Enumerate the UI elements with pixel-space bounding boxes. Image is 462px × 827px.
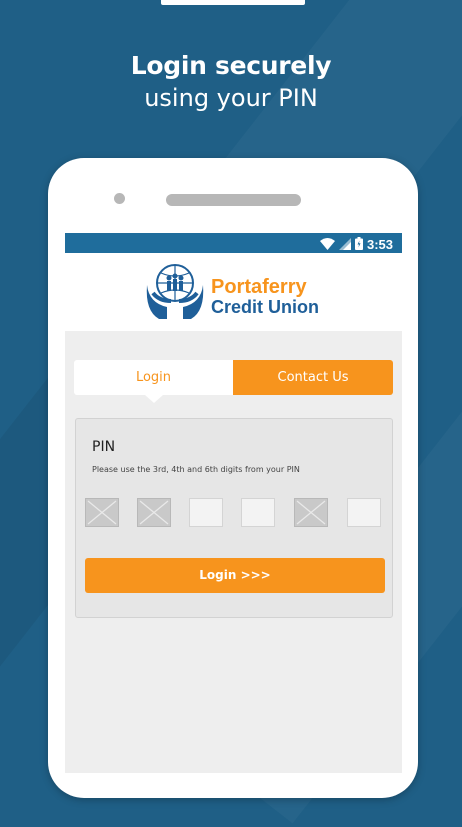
battery-icon — [354, 235, 363, 254]
top-edge-tab — [161, 0, 305, 5]
pin-digit-2-disabled — [137, 498, 171, 527]
wifi-icon — [319, 235, 335, 254]
signal-icon — [338, 235, 351, 254]
tab-bar: Login Contact Us — [74, 360, 393, 403]
app-screen: 3:53 Portaferry Credit Union Login Conta… — [65, 233, 402, 773]
pin-title: PIN — [92, 439, 116, 455]
brand-name-line2: Credit Union — [211, 297, 319, 317]
pin-digit-5-disabled — [294, 498, 328, 527]
promo-headline: Login securely using your PIN — [0, 50, 462, 114]
status-time: 3:53 — [366, 237, 393, 252]
brand-name: Portaferry Credit Union — [211, 277, 319, 317]
pin-hint: Please use the 3rd, 4th and 6th digits f… — [92, 465, 300, 474]
promo-subtitle: using your PIN — [144, 84, 318, 112]
disabled-cross-icon — [296, 500, 326, 525]
pin-login-card: PIN Please use the 3rd, 4th and 6th digi… — [75, 418, 393, 618]
pin-digit-1-disabled — [85, 498, 119, 527]
pin-digit-3-input[interactable] — [189, 498, 223, 527]
status-bar: 3:53 — [65, 233, 402, 253]
tab-contact-us[interactable]: Contact Us — [233, 360, 393, 395]
pin-digit-4-input[interactable] — [241, 498, 275, 527]
brand-name-line1: Portaferry — [211, 276, 307, 298]
disabled-cross-icon — [87, 500, 117, 525]
promo-title: Login securely — [130, 51, 332, 80]
phone-camera — [114, 193, 125, 204]
credit-union-logo — [145, 263, 205, 321]
tab-login[interactable]: Login — [74, 360, 233, 403]
phone-speaker — [166, 194, 301, 206]
disabled-cross-icon — [139, 500, 169, 525]
login-button[interactable]: Login >>> — [85, 558, 385, 593]
app-header: Portaferry Credit Union — [65, 253, 402, 331]
pin-digit-6-input[interactable] — [347, 498, 381, 527]
